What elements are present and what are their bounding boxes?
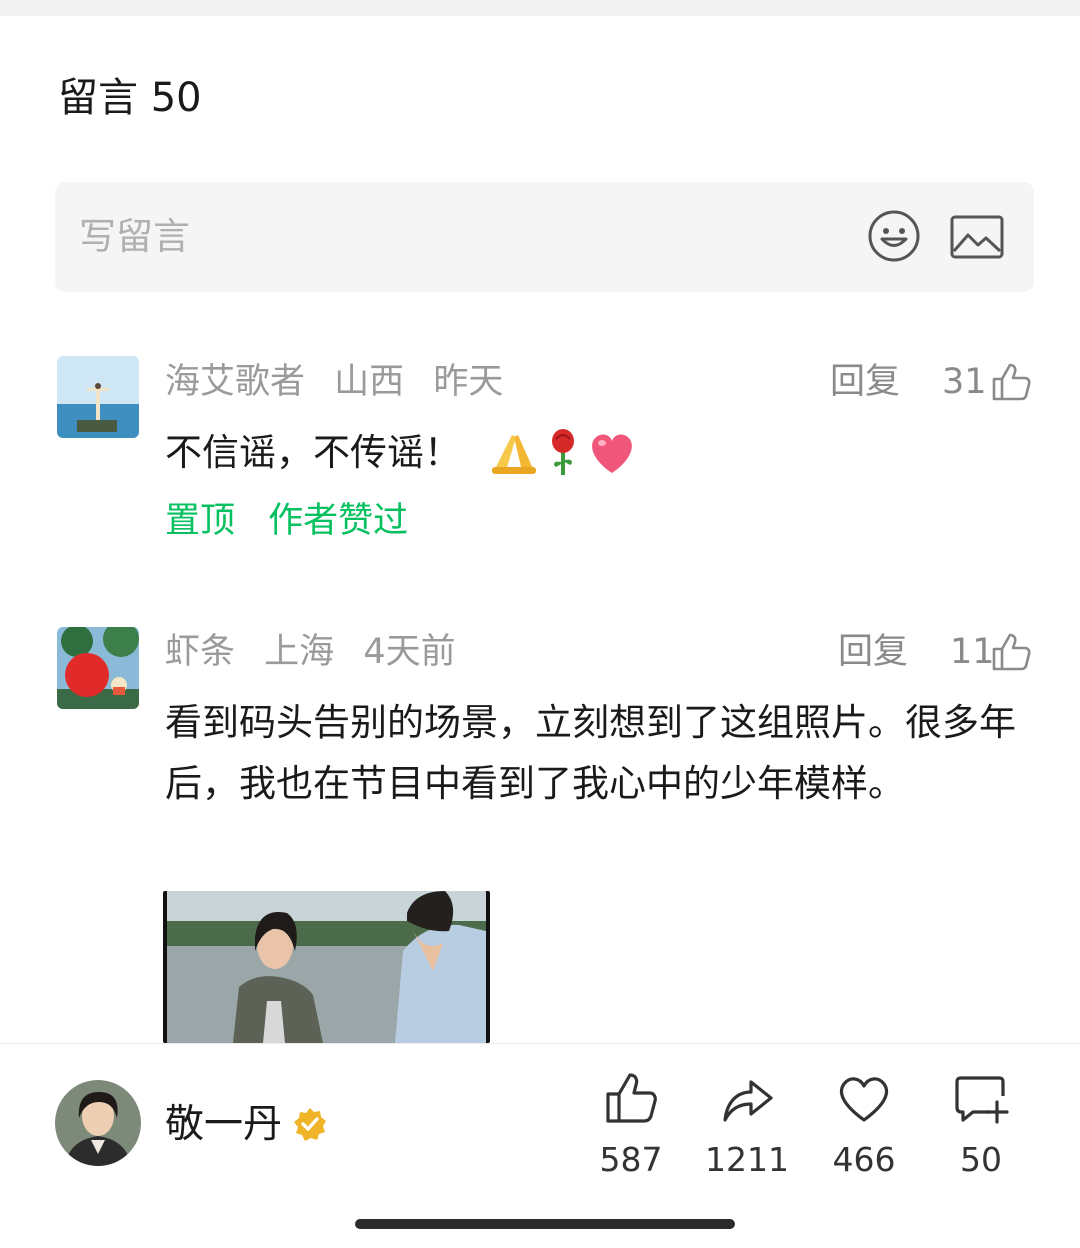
share-count: 1211 [705,1140,789,1179]
share-icon [723,1080,773,1122]
smiley-icon[interactable] [867,209,921,263]
comment-meta: 海艾歌者 山西 昨天 [165,358,521,406]
reply-button[interactable]: 回复 [838,628,908,676]
comment-tags: 置顶 作者赞过 [165,497,430,545]
verified-badge-icon [294,1108,326,1141]
comment-username[interactable]: 虾条 [165,632,235,672]
thumbs-up-icon[interactable] [990,631,1032,673]
home-indicator[interactable] [355,1219,735,1229]
comment-action[interactable]: 50 [926,1070,1036,1190]
like-action[interactable]: 587 [576,1070,686,1190]
compose-placeholder[interactable]: 写留言 [79,212,190,262]
like-count: 587 [599,1140,663,1179]
emoji-group [492,429,632,475]
favorite-action[interactable]: 466 [809,1070,919,1190]
share-action[interactable]: 1211 [692,1070,802,1190]
rose-emoji [552,429,574,475]
avatar[interactable] [57,356,139,438]
comment-location: 山西 [334,362,405,402]
like-count: 31 [942,362,987,402]
bottom-action-bar: 敬一丹 587 1211 466 50 [0,1043,1080,1248]
comment-username[interactable]: 海艾歌者 [165,362,305,402]
thumbs-up-icon [606,1073,657,1123]
comment-text: 看到码头告别的场景，立刻想到了这组照片。很多年后，我也在节目中看到了我心中的少年… [165,701,1016,805]
comment-time: 4天前 [363,632,456,672]
compose-box[interactable]: 写留言 [55,182,1034,292]
comment-count: 50 [960,1140,1002,1179]
image-icon[interactable] [950,215,1004,259]
favorite-count: 466 [832,1140,896,1179]
pray-emoji [492,435,536,474]
heart-emoji [592,434,632,473]
comment-photo[interactable] [163,891,490,1043]
reply-button[interactable]: 回复 [830,358,900,406]
comment-meta: 虾条 上海 4天前 [165,628,474,676]
comment-add-icon [955,1076,1009,1124]
comment-time: 昨天 [433,362,504,402]
comment-location: 上海 [264,632,335,672]
tag-pinned: 置顶 [165,501,236,541]
comments-title: 留言 50 [58,75,202,121]
tag-author-liked: 作者赞过 [268,501,409,541]
author-name[interactable]: 敬一丹 [165,1099,282,1151]
status-area [0,0,1080,16]
avatar[interactable] [57,627,139,709]
heart-icon [839,1077,889,1122]
thumbs-up-icon[interactable] [990,361,1032,403]
like-count: 11 [950,632,995,672]
author-avatar[interactable] [55,1080,141,1166]
